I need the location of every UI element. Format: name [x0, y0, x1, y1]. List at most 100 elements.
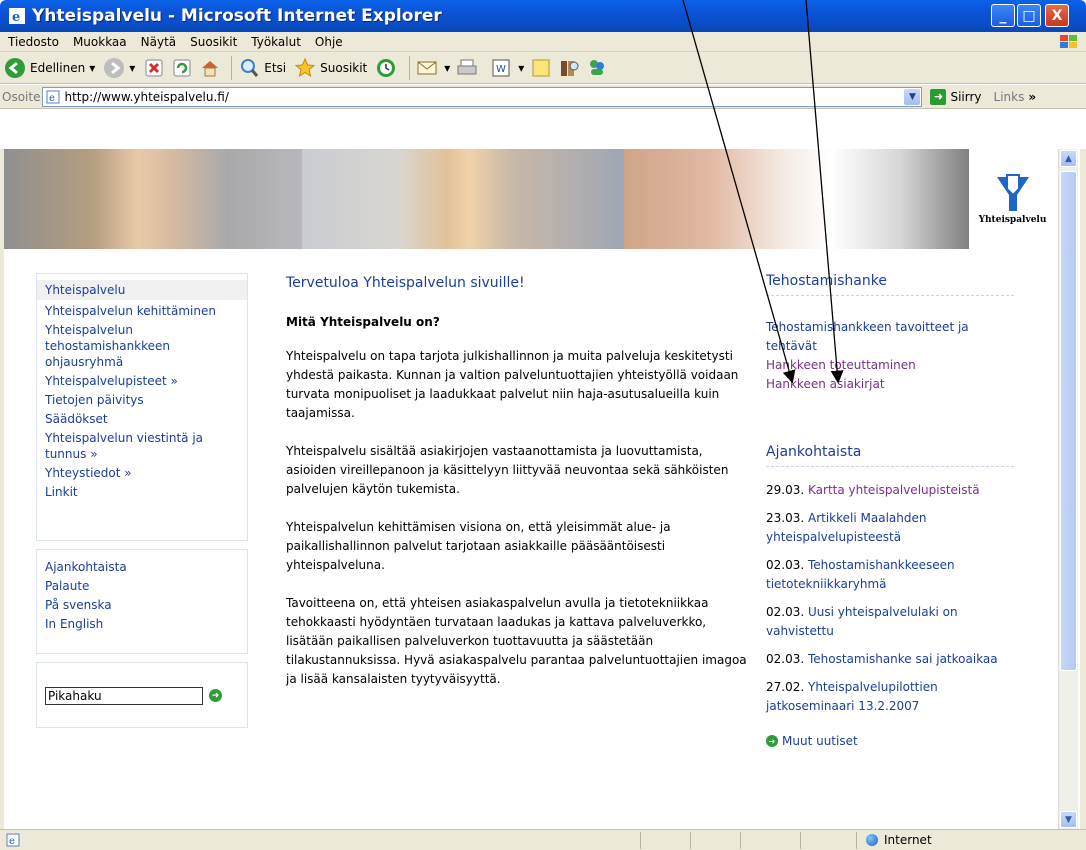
link-toteuttaminen[interactable]: Hankkeen toteuttaminen — [766, 356, 1016, 375]
ajankohtaista-heading: Ajankohtaista — [766, 444, 1014, 467]
news-list: 29.03. Kartta yhteispalvelupisteistä 23.… — [766, 481, 1016, 716]
status-divider — [640, 832, 641, 849]
home-icon[interactable] — [199, 57, 221, 79]
vertical-scrollbar[interactable]: ▲ ▼ — [1058, 149, 1078, 829]
nav-item-ajankohtaista[interactable]: Ajankohtaista — [37, 559, 247, 575]
nav-item-saadokset[interactable]: Säädökset — [37, 411, 247, 427]
edit-dropdown-icon[interactable]: ▾ — [518, 61, 524, 75]
back-button[interactable]: Edellinen ▾ — [4, 57, 95, 79]
close-button[interactable]: X — [1045, 4, 1069, 27]
svg-text:e: e — [49, 93, 55, 104]
quick-search: ➜ — [36, 662, 248, 728]
search-go-icon[interactable]: ➜ — [209, 689, 222, 702]
site-logo[interactable]: Yhteispalvelu — [969, 149, 1056, 249]
status-divider — [740, 832, 741, 849]
nav-item-viestinta[interactable]: Yhteispalvelun viestintä ja tunnus » — [37, 430, 247, 462]
window-title: Yhteispalvelu - Microsoft Internet Explo… — [32, 6, 442, 26]
globe-icon — [866, 834, 878, 846]
messenger-icon[interactable] — [586, 57, 608, 79]
menu-favorites[interactable]: Suosikit — [184, 35, 243, 49]
list-item: 02.03. Tehostamishankkeeseen tietoteknii… — [766, 556, 1016, 594]
back-dropdown-icon[interactable]: ▾ — [89, 61, 95, 75]
mail-icon[interactable] — [416, 57, 438, 79]
links-toolbar[interactable]: Links — [994, 90, 1025, 104]
scroll-thumb[interactable] — [1060, 171, 1077, 671]
go-button[interactable]: ➜ Siirry — [930, 88, 982, 105]
scroll-up-icon[interactable]: ▲ — [1060, 150, 1077, 167]
maximize-button[interactable]: □ — [1017, 4, 1041, 27]
news-date: 02.03. — [766, 558, 805, 572]
list-item: 23.03. Artikkeli Maalahden yhteispalvelu… — [766, 509, 1016, 547]
link-tavoitteet[interactable]: Tehostamishankkeen tavoitteet ja tehtävä… — [766, 318, 1016, 356]
favorites-label: Suosikit — [320, 60, 368, 75]
address-url: http://www.yhteispalvelu.fi/ — [64, 89, 229, 104]
svg-text:e: e — [9, 836, 15, 847]
nav-item-pisteet[interactable]: Yhteispalvelupisteet » — [37, 373, 247, 389]
forward-dropdown-icon[interactable]: ▾ — [129, 61, 135, 75]
news-date: 23.03. — [766, 511, 805, 525]
discuss-icon[interactable] — [530, 57, 552, 79]
status-divider — [856, 832, 857, 849]
search-input[interactable] — [45, 687, 203, 705]
toolbar: Edellinen ▾ ▾ Etsi Suosikit ▾ W ▾ — [0, 52, 1086, 84]
logo-emblem-icon — [996, 174, 1029, 211]
stop-icon[interactable] — [143, 57, 165, 79]
minimize-button[interactable]: _ — [991, 4, 1015, 27]
nav-item-palaute[interactable]: Palaute — [37, 578, 247, 594]
word-edit-icon[interactable]: W — [490, 57, 512, 79]
nav-item-ohjausryhma[interactable]: Yhteispalvelun tehostamishankkeen ohjaus… — [37, 322, 247, 370]
tehostamis-heading: Tehostamishanke — [766, 273, 1014, 296]
favorites-button[interactable]: Suosikit — [294, 57, 367, 79]
refresh-icon[interactable] — [171, 57, 193, 79]
nav-item-paivitys[interactable]: Tietojen päivitys — [37, 392, 247, 408]
status-divider — [800, 832, 801, 849]
news-link[interactable]: Kartta yhteispalvelupisteistä — [808, 483, 980, 497]
address-dropdown-icon[interactable]: ▼ — [904, 88, 921, 105]
nav-item-english[interactable]: In English — [37, 616, 247, 632]
main-content: Tervetuloa Yhteispalvelun sivuille! Mitä… — [286, 273, 756, 689]
page-icon: e — [46, 90, 60, 104]
link-asiakirjat[interactable]: Hankkeen asiakirjat — [766, 375, 1016, 394]
address-label: Osoite — [2, 89, 41, 104]
toolbar-separator — [231, 55, 233, 80]
banner-photo-woman — [302, 149, 624, 249]
nav-item-yhteystiedot[interactable]: Yhteystiedot » — [37, 465, 247, 481]
toolbar-separator — [409, 55, 411, 80]
page-viewport: Yhteispalvelu Yhteispalvelu Yhteispalvel… — [4, 149, 1056, 829]
nav-item-linkit[interactable]: Linkit — [37, 484, 247, 500]
menu-view[interactable]: Näytä — [135, 35, 183, 49]
nav-item-svenska[interactable]: På svenska — [37, 597, 247, 613]
star-icon — [294, 57, 316, 77]
print-icon[interactable] — [456, 57, 478, 79]
scroll-down-icon[interactable]: ▼ — [1060, 811, 1077, 828]
more-news-link[interactable]: ➜ Muut uutiset — [766, 734, 1016, 748]
page-title: Tervetuloa Yhteispalvelun sivuille! — [286, 275, 525, 291]
forward-button[interactable]: ▾ — [103, 57, 135, 79]
links-chevron-icon[interactable]: » — [1028, 90, 1036, 104]
nav-item-yhteispalvelu[interactable]: Yhteispalvelu — [37, 280, 247, 300]
svg-text:W: W — [496, 64, 506, 75]
menu-tools[interactable]: Työkalut — [245, 35, 307, 49]
window-frame-right — [1080, 149, 1086, 829]
news-link[interactable]: Tehostamishanke sai jatkoaikaa — [808, 652, 998, 666]
back-label: Edellinen — [30, 60, 86, 75]
header-banner: Yhteispalvelu — [4, 149, 1056, 249]
go-arrow-icon: ➜ — [930, 88, 947, 105]
nav-item-kehittaminen[interactable]: Yhteispalvelun kehittäminen — [37, 303, 247, 319]
paragraph: Yhteispalvelu on tapa tarjota julkishall… — [286, 349, 739, 420]
mail-dropdown-icon[interactable]: ▾ — [444, 61, 450, 75]
paragraph: Yhteispalvelun kehittämisen visiona on, … — [286, 520, 671, 572]
menu-file[interactable]: Tiedosto — [2, 35, 65, 49]
right-column: Tehostamishanke Tehostamishankkeen tavoi… — [766, 273, 1016, 748]
address-input[interactable]: e http://www.yhteispalvelu.fi/ ▼ — [42, 86, 923, 107]
menu-help[interactable]: Ohje — [309, 35, 349, 49]
security-zone: Internet — [866, 833, 932, 847]
research-icon[interactable] — [558, 57, 580, 79]
tehostamis-links: Tehostamishankkeen tavoitteet ja tehtävä… — [766, 318, 1016, 394]
menu-edit[interactable]: Muokkaa — [67, 35, 133, 49]
zone-label: Internet — [884, 833, 932, 847]
search-button[interactable]: Etsi — [238, 57, 286, 79]
go-label: Siirry — [950, 89, 982, 104]
history-icon[interactable] — [375, 57, 397, 79]
search-label: Etsi — [264, 60, 287, 75]
